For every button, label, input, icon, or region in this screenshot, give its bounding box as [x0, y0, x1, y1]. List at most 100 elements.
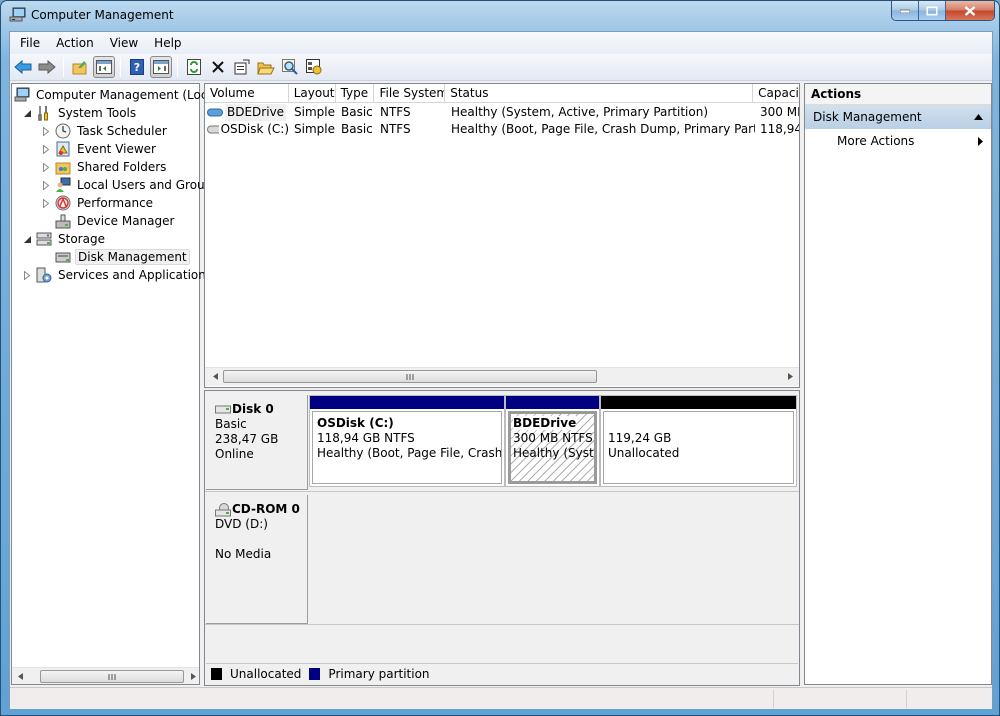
show-hide-action-pane-button[interactable]	[150, 56, 172, 78]
collapsed-triangle-icon[interactable]	[41, 180, 51, 190]
volume-row[interactable]: OSDisk (C:) Simple Basic NTFS Healthy (B…	[205, 121, 799, 138]
volume-name: BDEDrive	[225, 104, 287, 121]
chevron-left-icon	[17, 672, 23, 680]
disk-management-icon	[55, 252, 71, 263]
tree-item-storage[interactable]: Storage	[22, 230, 107, 248]
collapsed-triangle-icon[interactable]	[41, 144, 51, 154]
client-area: File Action View Help ? Computer Managem…	[9, 31, 993, 709]
volume-file-system: NTFS	[380, 122, 411, 136]
toolbar: ?	[10, 54, 992, 81]
tree-item-shared-folders[interactable]: Shared Folders	[41, 158, 168, 176]
collapsed-triangle-icon[interactable]	[41, 198, 51, 208]
scroll-left-arrow[interactable]	[15, 671, 25, 681]
cdrom-partition-area	[309, 495, 799, 624]
disk-state: No Media	[215, 547, 272, 561]
tree-item-task-scheduler[interactable]: Task Scheduler	[41, 122, 169, 140]
services-icon	[36, 267, 52, 283]
scroll-thumb[interactable]	[223, 370, 597, 383]
show-hide-action-pane-icon	[153, 60, 169, 74]
tree-item-system-tools[interactable]: System Tools	[22, 104, 138, 122]
partition-osdisk[interactable]: OSDisk (C:) 118,94 GB NTFS Healthy (Boot…	[309, 395, 505, 487]
toolbar-separator	[177, 57, 178, 77]
refresh-button[interactable]	[183, 56, 205, 78]
volume-icon	[207, 108, 223, 117]
forward-arrow-icon	[38, 60, 56, 74]
tree-item-device-manager[interactable]: Device Manager	[41, 212, 176, 230]
cdrom-0-label[interactable]: CD-ROM 0 DVD (D:) No Media	[206, 495, 308, 624]
actions-pane: Actions Disk Management More Actions	[804, 83, 992, 685]
tree-label: Disk Management	[75, 249, 190, 265]
settings-button[interactable]	[303, 56, 325, 78]
properties-icon	[234, 59, 250, 75]
column-header-status[interactable]: Status	[445, 84, 754, 103]
menu-help[interactable]: Help	[146, 34, 189, 52]
partition-size: 119,24 GB	[608, 431, 672, 445]
help-button[interactable]: ?	[126, 56, 148, 78]
maximize-button[interactable]	[919, 1, 946, 20]
disk-divider	[205, 491, 799, 492]
close-button[interactable]	[946, 1, 994, 20]
scroll-right-arrow[interactable]	[188, 671, 198, 681]
column-header-layout[interactable]: Layout	[289, 84, 336, 103]
forward-button[interactable]	[36, 56, 58, 78]
back-button[interactable]	[12, 56, 34, 78]
tree-horizontal-scrollbar[interactable]	[12, 667, 199, 684]
chevron-right-icon	[787, 372, 793, 380]
volume-type: Basic	[341, 105, 373, 119]
partition-type-bar	[601, 396, 796, 409]
disk-divider	[205, 624, 799, 625]
legend-swatch-primary	[309, 667, 321, 680]
action-more-actions[interactable]: More Actions	[805, 129, 991, 153]
tree-label: Services and Applications	[58, 268, 213, 282]
volume-capacity: 300 MB	[760, 105, 799, 119]
partition-status: Healthy (Syster	[513, 446, 597, 460]
up-one-level-button[interactable]	[69, 56, 91, 78]
tree-item-event-viewer[interactable]: Event Viewer	[41, 140, 158, 158]
tree-label: Storage	[58, 232, 105, 246]
status-cell	[907, 690, 992, 708]
tree-label: Computer Management (Local	[36, 88, 219, 102]
volume-row[interactable]: BDEDrive Simple Basic NTFS Healthy (Syst…	[205, 104, 799, 121]
partition-bdedrive[interactable]: BDEDrive 300 MB NTFS Healthy (Syster	[505, 395, 600, 487]
collapse-up-icon[interactable]	[974, 114, 983, 120]
open-button[interactable]	[255, 56, 277, 78]
collapsed-triangle-icon[interactable]	[41, 126, 51, 136]
tree-label: System Tools	[58, 106, 137, 120]
menu-view[interactable]: View	[102, 34, 146, 52]
partition-unallocated[interactable]: 119,24 GB Unallocated	[600, 395, 797, 487]
column-header-file-system[interactable]: File System	[374, 84, 446, 103]
scroll-left-arrow[interactable]	[210, 371, 220, 381]
tree-item-performance[interactable]: Performance	[41, 194, 155, 212]
partition-type-bar	[506, 396, 599, 409]
delete-button[interactable]	[207, 56, 229, 78]
tree-item-disk-management[interactable]: Disk Management	[41, 248, 190, 266]
minimize-button[interactable]	[892, 1, 919, 20]
status-bar	[10, 687, 992, 709]
tree-item-services-and-applications[interactable]: Services and Applications	[22, 266, 214, 284]
find-button[interactable]	[279, 56, 301, 78]
scroll-right-arrow[interactable]	[785, 371, 795, 381]
tree-root-computer-management[interactable]: Computer Management (Local	[14, 86, 220, 104]
show-hide-console-tree-button[interactable]	[93, 56, 115, 78]
collapsed-triangle-icon[interactable]	[22, 270, 32, 280]
menu-action[interactable]: Action	[48, 34, 102, 52]
expander-placeholder	[41, 216, 51, 226]
properties-button[interactable]	[231, 56, 253, 78]
column-header-type[interactable]: Type	[336, 84, 375, 103]
scroll-thumb[interactable]	[40, 670, 184, 683]
status-cell	[774, 690, 907, 708]
tree-item-local-users-and-groups[interactable]: Local Users and Groups	[41, 176, 221, 194]
partition-status: Healthy (Boot, Page File, Crash Du	[317, 446, 502, 460]
volume-list-horizontal-scrollbar[interactable]	[205, 367, 799, 386]
disk-0-label[interactable]: Disk 0 Basic 238,47 GB Online	[206, 395, 308, 490]
expanded-triangle-icon[interactable]	[22, 234, 32, 244]
expanded-triangle-icon[interactable]	[22, 108, 32, 118]
actions-group-disk-management[interactable]: Disk Management	[805, 105, 991, 129]
collapsed-triangle-icon[interactable]	[41, 162, 51, 172]
disk-type: DVD (D:)	[215, 517, 268, 531]
column-header-capacity[interactable]: Capacit	[753, 84, 799, 103]
menu-file[interactable]: File	[12, 34, 48, 52]
column-header-volume[interactable]: Volume	[205, 84, 289, 103]
partition-type-bar	[310, 396, 504, 409]
title-bar[interactable]: Computer Management	[1, 1, 1000, 31]
